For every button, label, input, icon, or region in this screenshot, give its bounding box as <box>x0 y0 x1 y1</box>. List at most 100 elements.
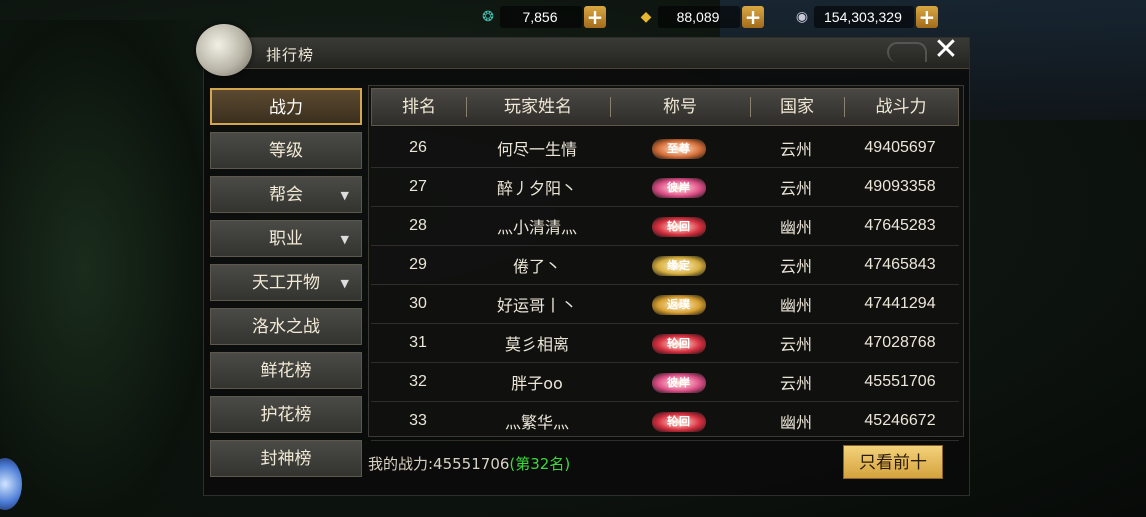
country-cell: 云州 <box>779 140 812 159</box>
table-row[interactable]: 33 灬繁华灬 轮回 幽州 45246672 <box>371 402 959 441</box>
my-power-label: 我的战力:45551706 <box>368 455 510 473</box>
power-cell: 45246672 <box>864 412 936 429</box>
title-badge-icon: 缘定 <box>652 256 706 276</box>
rank-cell: 27 <box>409 178 427 195</box>
currency-2: ◉ 154,303,329 + <box>790 4 938 30</box>
title-cell: 彼岸 <box>609 176 749 198</box>
header-country: 国家 <box>750 89 844 125</box>
nav-item-label: 鲜花榜 <box>260 361 312 381</box>
rank-cell: 31 <box>409 334 427 351</box>
nav-item-label: 职业 <box>269 229 303 249</box>
nav-item-label: 封神榜 <box>260 449 312 469</box>
dropdown-arrow-icon: ▼ <box>340 189 349 202</box>
silver-coin-icon: ◉ <box>795 9 809 25</box>
nav-item-label: 等级 <box>269 141 303 161</box>
nav-item-label: 帮会 <box>269 185 303 205</box>
title-badge-icon: 轮回 <box>652 412 706 432</box>
table-row[interactable]: 29 倦了丶 缘定 云州 47465843 <box>371 246 959 285</box>
table-row[interactable]: 26 何尽一生情 至尊 云州 49405697 <box>371 129 959 168</box>
rank-cell: 30 <box>409 295 427 312</box>
player-name-cell: 胖子oo <box>511 374 563 393</box>
title-badge-icon: 返璞 <box>652 295 706 315</box>
close-button[interactable]: ✕ <box>931 35 961 65</box>
currency-value: 88,089 <box>658 6 740 28</box>
my-rank: (第32名) <box>509 455 571 473</box>
title-orb-icon <box>196 24 252 76</box>
header-player-name: 玩家姓名 <box>466 89 610 125</box>
power-cell: 45551706 <box>864 373 936 390</box>
rank-cell: 33 <box>409 412 427 429</box>
nav-item-7[interactable]: 护花榜 <box>210 396 362 433</box>
nav-item-label: 护花榜 <box>260 405 312 425</box>
dropdown-arrow-icon: ▼ <box>340 277 349 290</box>
title-badge-icon: 轮回 <box>652 334 706 354</box>
table-row[interactable]: 30 好运哥丨丶 返璞 幽州 47441294 <box>371 285 959 324</box>
power-cell: 49405697 <box>864 139 936 156</box>
power-cell: 47441294 <box>864 295 936 312</box>
power-cell: 49093358 <box>864 178 936 195</box>
title-cell: 轮回 <box>609 332 749 354</box>
table-row[interactable]: 32 胖子oo 彼岸 云州 45551706 <box>371 363 959 402</box>
rank-cell: 32 <box>409 373 427 390</box>
country-cell: 幽州 <box>779 218 812 237</box>
currency-value: 154,303,329 <box>814 6 914 28</box>
player-name-cell: 醉丿夕阳丶 <box>496 179 577 198</box>
title-cell: 至尊 <box>609 137 749 159</box>
background-tree <box>0 20 210 517</box>
country-cell: 云州 <box>779 335 812 354</box>
table-body[interactable]: 26 何尽一生情 至尊 云州 49405697 27 醉丿夕阳丶 彼岸 云州 49093358 28… <box>371 129 959 441</box>
category-nav: 战力 等级 帮会 ▼ 职业 ▼ 天工开物 ▼ 洛水之战 鲜花榜 护花榜 封神榜 <box>210 88 364 484</box>
player-name-cell: 灬小清清灬 <box>496 218 577 237</box>
table-row[interactable]: 27 醉丿夕阳丶 彼岸 云州 49093358 <box>371 168 959 207</box>
add-currency-button[interactable]: + <box>584 5 606 29</box>
player-name-cell: 倦了丶 <box>512 257 561 276</box>
currency-value: 7,856 <box>500 6 582 28</box>
currency-0: ❂ 7,856 + <box>476 4 606 30</box>
cloud-decoration-icon <box>887 42 927 62</box>
country-cell: 云州 <box>779 374 812 393</box>
title-badge-icon: 轮回 <box>652 217 706 237</box>
nav-item-5[interactable]: 洛水之战 <box>210 308 362 345</box>
dropdown-arrow-icon: ▼ <box>340 233 349 246</box>
country-cell: 幽州 <box>779 413 812 432</box>
table-row[interactable]: 28 灬小清清灬 轮回 幽州 47645283 <box>371 207 959 246</box>
header-power: 战斗力 <box>844 89 958 125</box>
rank-cell: 26 <box>409 139 427 156</box>
add-currency-button[interactable]: + <box>742 5 764 29</box>
nav-item-0[interactable]: 战力 <box>210 88 362 125</box>
ranking-table: 排名 玩家姓名 称号 国家 战斗力 26 何尽一生情 至尊 云州 49405697 27 醉… <box>368 85 964 441</box>
table-header: 排名 玩家姓名 称号 国家 战斗力 <box>371 88 959 126</box>
title-cell: 彼岸 <box>609 371 749 393</box>
rank-cell: 29 <box>409 256 427 273</box>
gold-ingot-icon: ◆ <box>640 9 652 25</box>
player-name-cell: 莫彡相离 <box>504 335 569 354</box>
nav-item-label: 战力 <box>269 98 303 118</box>
header-rank: 排名 <box>402 97 436 117</box>
player-name-cell: 灬繁华灬 <box>504 413 569 432</box>
title-badge-icon: 彼岸 <box>652 178 706 198</box>
window-title: 排行榜 <box>266 46 315 64</box>
power-cell: 47465843 <box>864 256 936 273</box>
nav-item-3[interactable]: 职业 ▼ <box>210 220 362 257</box>
nav-item-1[interactable]: 等级 <box>210 132 362 169</box>
title-cell: 轮回 <box>609 410 749 432</box>
top-ten-only-button[interactable]: 只看前十 <box>843 445 943 479</box>
nav-item-6[interactable]: 鲜花榜 <box>210 352 362 389</box>
country-cell: 云州 <box>779 179 812 198</box>
my-power: 我的战力:45551706(第32名) <box>368 453 570 474</box>
title-cell: 返璞 <box>609 293 749 315</box>
nav-item-2[interactable]: 帮会 ▼ <box>210 176 362 213</box>
nav-item-label: 洛水之战 <box>252 317 320 337</box>
title-bar: 排行榜 ✕ <box>196 24 969 76</box>
add-currency-button[interactable]: + <box>915 5 938 29</box>
power-cell: 47028768 <box>864 334 936 351</box>
power-cell: 47645283 <box>864 217 936 234</box>
leaderboard-window: 排行榜 ✕ 战力 等级 帮会 ▼ 职业 ▼ 天工开物 ▼ 洛水之战 鲜花榜 护花榜 封神榜 排名 玩家… <box>196 24 970 496</box>
nav-item-4[interactable]: 天工开物 ▼ <box>210 264 362 301</box>
header-title: 称号 <box>610 89 750 125</box>
nav-item-8[interactable]: 封神榜 <box>210 440 362 477</box>
table-row[interactable]: 31 莫彡相离 轮回 云州 47028768 <box>371 324 959 363</box>
player-name-cell: 好运哥丨丶 <box>496 296 577 315</box>
country-cell: 云州 <box>779 257 812 276</box>
rank-cell: 28 <box>409 217 427 234</box>
